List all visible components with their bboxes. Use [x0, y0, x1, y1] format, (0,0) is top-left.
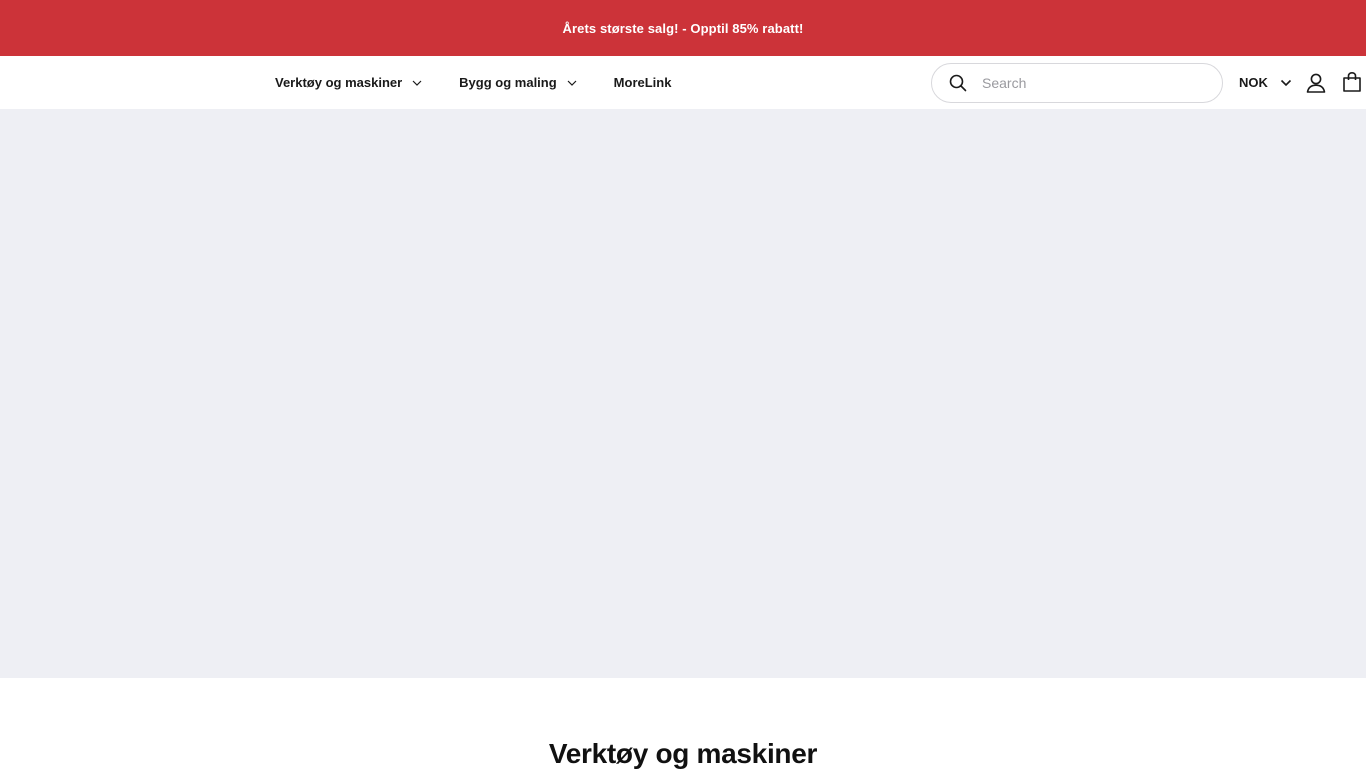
nav-item-label: Bygg og maling: [459, 75, 557, 90]
section-title: Verktøy og maskiner: [548, 738, 818, 769]
user-icon[interactable]: [1305, 72, 1327, 94]
main-nav: Verktøy og maskiner Bygg og maling MoreL…: [275, 56, 671, 109]
currency-selector[interactable]: NOK: [1239, 56, 1292, 109]
chevron-down-icon: [1280, 79, 1291, 86]
shopping-bag-icon[interactable]: [1341, 71, 1363, 93]
site-header: Verktøy og maskiner Bygg og maling MoreL…: [0, 56, 1366, 109]
nav-item-morelink[interactable]: MoreLink: [614, 75, 672, 90]
nav-item-verktoy-og-maskiner[interactable]: Verktøy og maskiner: [275, 75, 423, 90]
nav-item-bygg-og-maling[interactable]: Bygg og maling: [459, 75, 578, 90]
chevron-down-icon: [567, 80, 577, 86]
announcement-bar: Årets største salg! - Opptil 85% rabatt!: [0, 0, 1366, 56]
nav-item-label: MoreLink: [613, 75, 672, 90]
currency-label: NOK: [1239, 75, 1268, 90]
search-icon[interactable]: [948, 73, 968, 93]
chevron-down-icon: [412, 80, 422, 86]
announcement-text: Årets største salg! - Opptil 85% rabatt!: [562, 20, 804, 36]
search-input[interactable]: [982, 75, 1202, 91]
search-box[interactable]: [931, 63, 1223, 103]
nav-item-label: Verktøy og maskiner: [275, 75, 403, 90]
hero-placeholder: [0, 109, 1366, 678]
